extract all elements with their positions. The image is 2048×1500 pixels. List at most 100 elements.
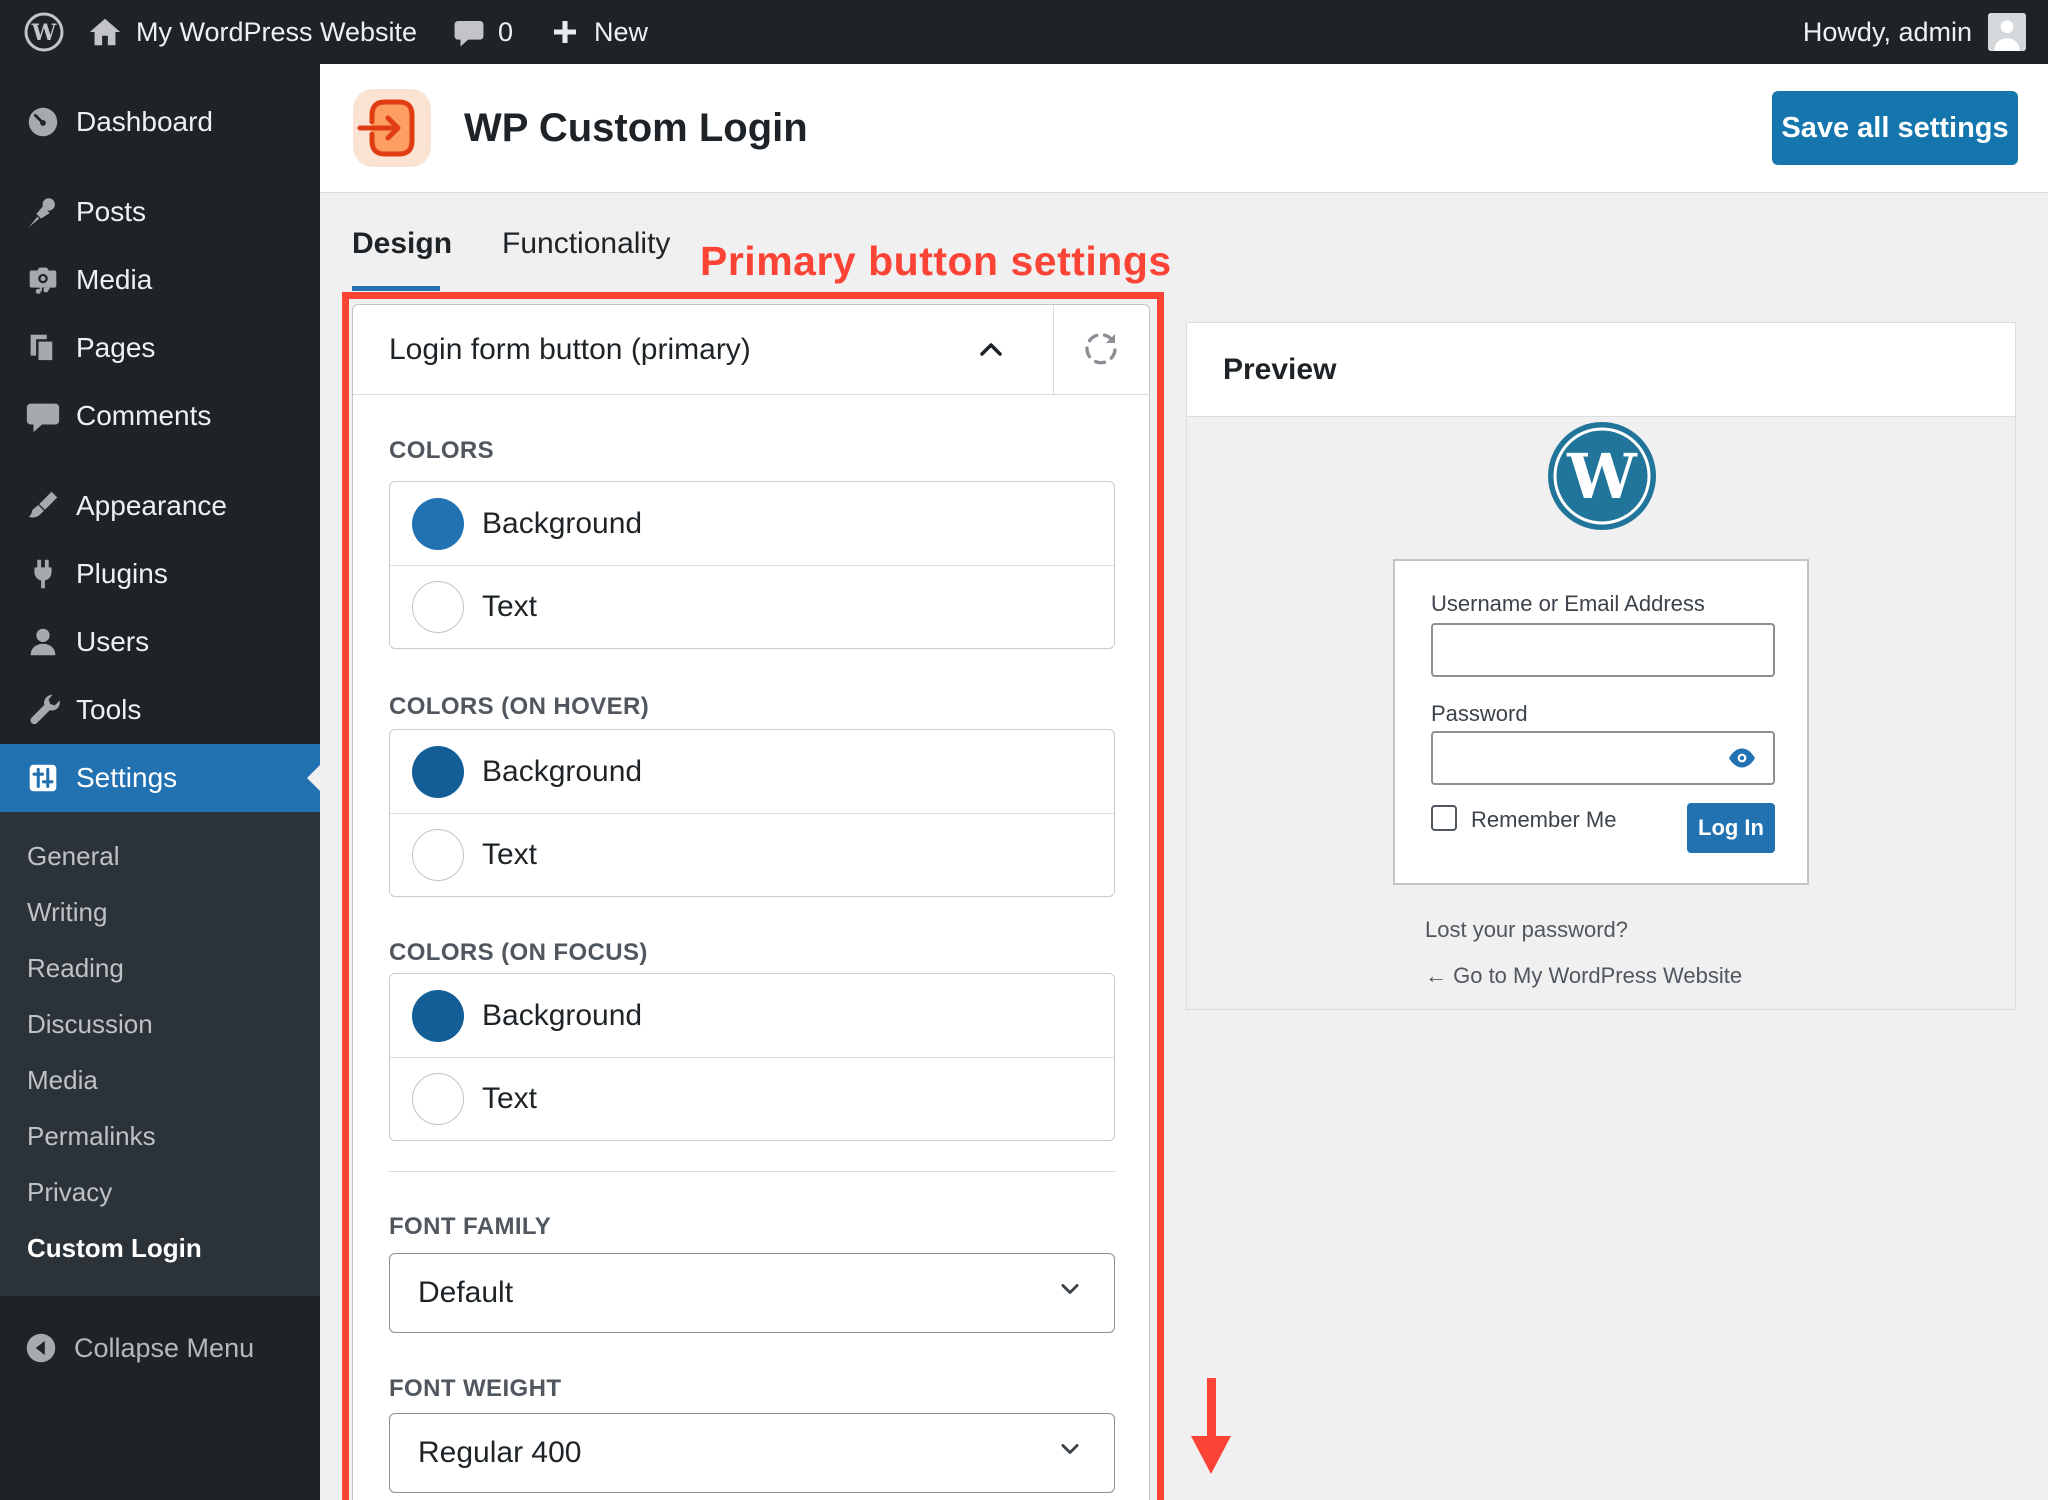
settings-submenu: General Writing Reading Discussion Media… <box>0 812 320 1296</box>
color-row-label: Background <box>482 506 643 540</box>
log-in-button[interactable]: Log In <box>1687 803 1775 853</box>
tab-design[interactable]: Design <box>352 212 452 276</box>
sidebar-item-posts[interactable]: Posts <box>0 178 320 246</box>
divider <box>1053 305 1054 395</box>
svg-text:W: W <box>31 20 57 46</box>
annotation-text: Primary button settings <box>700 238 1172 284</box>
submenu-item-general[interactable]: General <box>0 828 320 884</box>
colors-box: Background Text <box>389 481 1115 649</box>
comments-count[interactable]: 0 <box>498 0 513 64</box>
home-icon[interactable] <box>86 0 124 64</box>
wordpress-admin: W My WordPress Website 0 New Howdy, admi… <box>0 0 2048 1500</box>
sidebar-item-label: Pages <box>76 332 156 363</box>
sidebar-item-label: Plugins <box>76 558 168 589</box>
page-title: WP Custom Login <box>464 106 808 150</box>
submenu-item-media[interactable]: Media <box>0 1052 320 1108</box>
password-label: Password <box>1431 701 1528 726</box>
camera-icon <box>24 261 62 299</box>
show-password-eye-icon[interactable] <box>1727 747 1757 769</box>
wordpress-logo-icon[interactable]: W <box>22 0 66 64</box>
text-color-swatch[interactable] <box>412 581 464 633</box>
sidebar-item-tools[interactable]: Tools <box>0 676 320 744</box>
colors-focus-section-label: COLORS (ON FOCUS) <box>389 939 648 966</box>
background-color-swatch[interactable] <box>412 497 464 550</box>
font-family-select[interactable]: Default <box>389 1253 1115 1333</box>
collapse-menu-button[interactable]: Collapse Menu <box>0 1314 320 1382</box>
submenu-item-custom-login[interactable]: Custom Login <box>0 1220 320 1276</box>
wrench-icon <box>24 691 62 729</box>
sidebar-item-media[interactable]: Media <box>0 246 320 314</box>
sidebar-item-pages[interactable]: Pages <box>0 314 320 382</box>
settings-sliders-icon <box>24 759 62 797</box>
text-color-row[interactable]: Text <box>390 565 1114 648</box>
text-hover-color-swatch[interactable] <box>412 829 464 881</box>
plug-icon <box>24 555 62 593</box>
sidebar-item-label: Media <box>76 264 153 295</box>
panel-header[interactable]: Login form button (primary) <box>353 305 1149 395</box>
reset-section-button[interactable] <box>1079 328 1123 372</box>
sidebar-item-label: Dashboard <box>76 106 213 137</box>
tab-functionality[interactable]: Functionality <box>502 212 670 276</box>
color-row-label: Text <box>482 1082 538 1115</box>
new-link[interactable]: New <box>594 0 648 64</box>
font-weight-value: Regular 400 <box>418 1436 582 1469</box>
wordpress-logo-icon: W <box>24 12 64 52</box>
active-menu-notch <box>307 765 320 791</box>
primary-button-settings-panel: Login form button (primary) COLORS Backg… <box>352 304 1150 1500</box>
username-input[interactable] <box>1431 623 1775 677</box>
text-hover-color-row[interactable]: Text <box>390 813 1114 896</box>
submenu-item-reading[interactable]: Reading <box>0 940 320 996</box>
annotation-arrow-head <box>1191 1436 1231 1474</box>
submenu-item-permalinks[interactable]: Permalinks <box>0 1108 320 1164</box>
page-header: WP Custom Login Save all settings <box>320 64 2048 193</box>
save-all-settings-button[interactable]: Save all settings <box>1772 91 2018 165</box>
avatar <box>1988 13 2026 51</box>
comment-icon <box>24 397 62 435</box>
comments-bubble-icon[interactable] <box>452 0 486 64</box>
admin-bar: W My WordPress Website 0 New Howdy, admi… <box>0 0 2048 64</box>
wordpress-logo-icon: W <box>1546 420 1658 532</box>
font-family-value: Default <box>418 1276 514 1309</box>
font-family-label: FONT FAMILY <box>389 1213 552 1240</box>
password-input[interactable] <box>1431 731 1775 785</box>
pages-icon <box>24 329 62 367</box>
text-focus-color-swatch[interactable] <box>412 1073 464 1125</box>
submenu-item-discussion[interactable]: Discussion <box>0 996 320 1052</box>
dashboard-icon <box>24 103 62 141</box>
sidebar-item-dashboard[interactable]: Dashboard <box>0 88 320 156</box>
sidebar-item-settings[interactable]: Settings <box>0 744 320 812</box>
svg-text:W: W <box>1566 440 1638 513</box>
lost-password-link[interactable]: Lost your password? <box>1425 917 1628 943</box>
sidebar-item-users[interactable]: Users <box>0 608 320 676</box>
collapse-menu-label: Collapse Menu <box>74 1332 255 1363</box>
font-weight-select[interactable]: Regular 400 <box>389 1413 1115 1493</box>
colors-hover-box: Background Text <box>389 729 1115 897</box>
submenu-item-privacy[interactable]: Privacy <box>0 1164 320 1220</box>
username-label: Username or Email Address <box>1431 591 1705 616</box>
chevron-up-icon[interactable] <box>973 332 1009 368</box>
background-focus-color-swatch[interactable] <box>412 989 464 1042</box>
sidebar-item-plugins[interactable]: Plugins <box>0 540 320 608</box>
site-name-link[interactable]: My WordPress Website <box>136 0 417 64</box>
remember-me-checkbox[interactable] <box>1431 805 1457 831</box>
back-to-site-link[interactable]: ← Go to My WordPress Website <box>1425 963 1742 989</box>
background-hover-color-row[interactable]: Background <box>390 730 1114 813</box>
preview-title: Preview <box>1223 353 1337 386</box>
account-menu[interactable]: Howdy, admin <box>1803 0 2026 64</box>
colors-hover-section-label: COLORS (ON HOVER) <box>389 693 650 720</box>
sidebar-item-label: Comments <box>76 400 212 431</box>
background-focus-color-row[interactable]: Background <box>390 974 1114 1057</box>
sidebar-item-comments[interactable]: Comments <box>0 382 320 450</box>
howdy-text: Howdy, admin <box>1802 16 1972 47</box>
sidebar-item-appearance[interactable]: Appearance <box>0 472 320 540</box>
submenu-item-writing[interactable]: Writing <box>0 884 320 940</box>
annotation-arrow <box>1207 1378 1216 1438</box>
background-color-row[interactable]: Background <box>390 482 1114 565</box>
colors-focus-box: Background Text <box>389 973 1115 1141</box>
background-hover-color-swatch[interactable] <box>412 745 464 798</box>
user-icon <box>24 623 62 661</box>
sidebar-item-label: Appearance <box>76 490 228 521</box>
pushpin-icon <box>24 193 62 231</box>
plus-icon[interactable] <box>548 0 582 64</box>
text-focus-color-row[interactable]: Text <box>390 1057 1114 1140</box>
